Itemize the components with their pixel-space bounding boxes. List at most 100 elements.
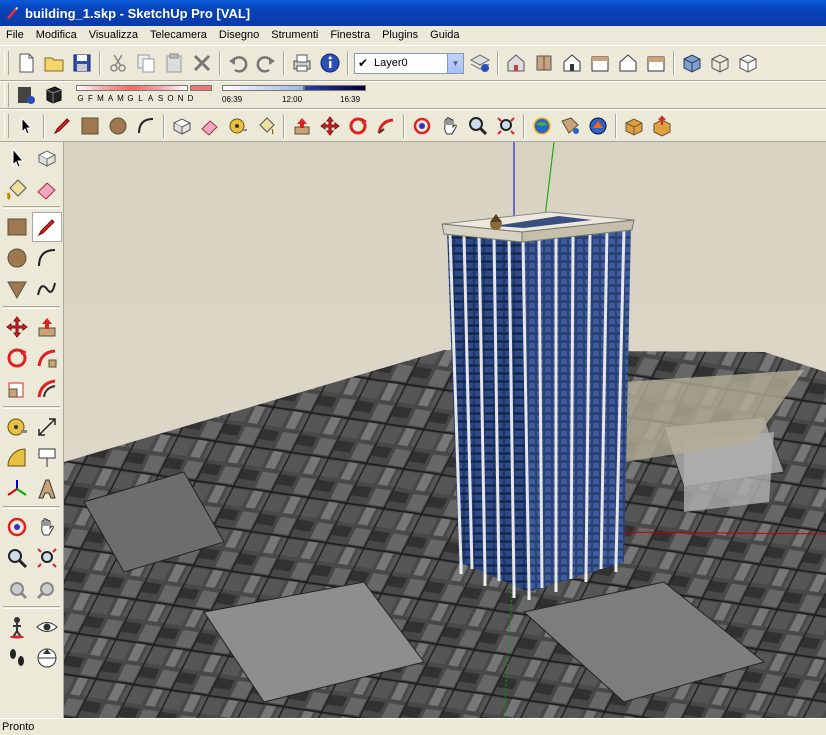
left-look-around-button[interactable]: [32, 612, 62, 642]
paint-bucket-button[interactable]: [252, 112, 280, 140]
left-freehand-button[interactable]: [32, 274, 62, 304]
shadow-settings-button[interactable]: [12, 81, 40, 109]
menu-modifica[interactable]: Modifica: [30, 26, 83, 45]
menu-guida[interactable]: Guida: [424, 26, 465, 45]
left-rotate-button[interactable]: [2, 343, 32, 373]
left-next-view-button[interactable]: [32, 574, 62, 604]
left-arc-button[interactable]: [32, 243, 62, 273]
circle-icon: [109, 117, 127, 134]
menu-telecamera[interactable]: Telecamera: [144, 26, 213, 45]
cut-button[interactable]: [104, 49, 132, 77]
month-slider[interactable]: [76, 85, 188, 91]
left-3d-text-button[interactable]: [32, 474, 62, 504]
components-warehouse-button[interactable]: [620, 112, 648, 140]
left-zoom-extents-button[interactable]: [32, 543, 62, 573]
line-tool-button[interactable]: [48, 112, 76, 140]
top-view-button[interactable]: [530, 49, 558, 77]
left-orbit-button[interactable]: [2, 512, 32, 542]
redo-button[interactable]: [252, 49, 280, 77]
left-rectangle-button[interactable]: [2, 212, 32, 242]
left-position-camera-button[interactable]: [2, 612, 32, 642]
toolbar-grip[interactable]: [4, 113, 9, 138]
zoom-tool-button[interactable]: [464, 112, 492, 140]
share-model-button[interactable]: [648, 112, 676, 140]
print-button[interactable]: [288, 49, 316, 77]
undo-button[interactable]: [224, 49, 252, 77]
left-dimension-button[interactable]: [32, 412, 62, 442]
time-slider-night[interactable]: [304, 85, 366, 91]
left-walk-button[interactable]: [2, 643, 32, 673]
wireframe-style-button[interactable]: [706, 49, 734, 77]
push-pull-button[interactable]: [288, 112, 316, 140]
erase-button[interactable]: [188, 49, 216, 77]
next-view-icon: [36, 581, 54, 599]
arc-tool-button[interactable]: [132, 112, 160, 140]
left-paint-bucket-button[interactable]: [2, 174, 32, 204]
left-previous-view-button[interactable]: [2, 574, 32, 604]
layer-select[interactable]: ✔ Layer0 ▼: [354, 52, 464, 74]
iso-view-button[interactable]: [502, 49, 530, 77]
left-view-button[interactable]: [642, 49, 670, 77]
left-pan-button[interactable]: [32, 512, 62, 542]
left-eraser-button[interactable]: [32, 174, 62, 204]
eraser-tool-button[interactable]: [196, 112, 224, 140]
model-info-button[interactable]: [316, 49, 344, 77]
left-tape-measure-button[interactable]: [2, 412, 32, 442]
follow-me-button[interactable]: [372, 112, 400, 140]
new-file-button[interactable]: [12, 49, 40, 77]
shadow-toggle-button[interactable]: [40, 81, 68, 109]
hidden-line-style-button[interactable]: [734, 49, 762, 77]
pan-tool-button[interactable]: [436, 112, 464, 140]
make-component-button[interactable]: [168, 112, 196, 140]
left-offset-button[interactable]: [32, 374, 62, 404]
month-slider-thumb[interactable]: [190, 85, 212, 91]
save-button[interactable]: [68, 49, 96, 77]
layer-manager-button[interactable]: [466, 49, 494, 77]
google-earth-view-button[interactable]: [528, 112, 556, 140]
paste-button[interactable]: [160, 49, 188, 77]
chevron-down-icon[interactable]: ▼: [447, 53, 463, 73]
left-zoom-button[interactable]: [2, 543, 32, 573]
menu-strumenti[interactable]: Strumenti: [265, 26, 324, 45]
back-view-button[interactable]: [614, 49, 642, 77]
left-protractor-button[interactable]: [2, 443, 32, 473]
menu-file[interactable]: File: [0, 26, 30, 45]
tape-measure-button[interactable]: [224, 112, 252, 140]
select-tool-button[interactable]: [12, 112, 40, 140]
left-circle-button[interactable]: [2, 243, 32, 273]
copy-button[interactable]: [132, 49, 160, 77]
menu-disegno[interactable]: Disegno: [213, 26, 265, 45]
left-select-button[interactable]: [2, 143, 32, 173]
open-button[interactable]: [40, 49, 68, 77]
toolbar-grip[interactable]: [4, 51, 9, 75]
circle-tool-button[interactable]: [104, 112, 132, 140]
rectangle-tool-button[interactable]: [76, 112, 104, 140]
right-view-button[interactable]: [586, 49, 614, 77]
toolbar-grip[interactable]: [4, 83, 9, 107]
globe-icon: [533, 116, 551, 135]
menu-plugins[interactable]: Plugins: [376, 26, 424, 45]
left-text-button[interactable]: [32, 443, 62, 473]
left-section-plane-button[interactable]: [32, 643, 62, 673]
left-push-pull-button[interactable]: [32, 312, 62, 342]
menu-finestra[interactable]: Finestra: [324, 26, 376, 45]
left-make-component-button[interactable]: [32, 143, 62, 173]
menu-visualizza[interactable]: Visualizza: [83, 26, 144, 45]
front-view-button[interactable]: [558, 49, 586, 77]
orbit-tool-button[interactable]: [408, 112, 436, 140]
xray-style-button[interactable]: [678, 49, 706, 77]
left-polygon-button[interactable]: [2, 274, 32, 304]
time-slider[interactable]: [222, 85, 304, 91]
zoom-extents-button[interactable]: [492, 112, 520, 140]
place-model-button[interactable]: [556, 112, 584, 140]
left-line-button[interactable]: [32, 211, 62, 242]
open-folder-icon: [44, 57, 64, 72]
left-move-button[interactable]: [2, 312, 32, 342]
rotate-tool-button[interactable]: [344, 112, 372, 140]
get-model-button[interactable]: [584, 112, 612, 140]
move-tool-button[interactable]: [316, 112, 344, 140]
model-viewport[interactable]: [64, 142, 826, 718]
left-scale-button[interactable]: [2, 374, 32, 404]
left-follow-me-button[interactable]: [32, 343, 62, 373]
left-axes-button[interactable]: [2, 474, 32, 504]
